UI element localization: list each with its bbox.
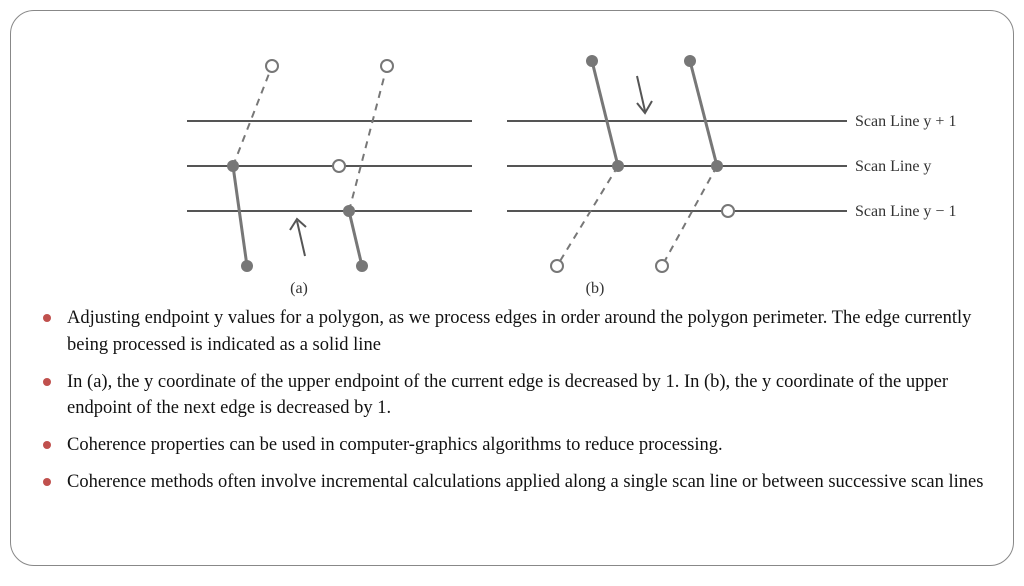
panel-b-right-dashed	[662, 166, 717, 266]
panel-a-right-mid-open	[333, 160, 345, 172]
scan-label-mid: Scan Line y	[855, 158, 931, 175]
slide-frame: (a)	[10, 10, 1014, 566]
bullet-list: Adjusting endpoint y values for a polygo…	[37, 305, 987, 496]
panel-b-right-botscan-open	[722, 205, 734, 217]
panel-a-arrow-up	[290, 219, 306, 256]
bullet-item: In (a), the y coordinate of the upper en…	[63, 369, 987, 423]
panel-b-right-solid	[690, 61, 717, 166]
panel-a-left-dashed	[233, 66, 272, 166]
scanline-figure: (a)	[37, 21, 987, 301]
panel-a-right-solid	[349, 211, 362, 266]
panel-a-right-top-open	[381, 60, 393, 72]
panel-a-left-solid	[233, 166, 247, 266]
scan-label-bot: Scan Line y − 1	[855, 203, 956, 220]
panel-a-left-top-open	[266, 60, 278, 72]
panel-b-label: (b)	[586, 280, 605, 297]
scan-label-top: Scan Line y + 1	[855, 113, 956, 130]
panel-b-right-bottom-open	[656, 260, 668, 272]
panel-b-left-bottom-open	[551, 260, 563, 272]
bullet-item: Adjusting endpoint y values for a polygo…	[63, 305, 987, 359]
panel-a-label: (a)	[290, 280, 308, 297]
bullet-item: Coherence properties can be used in comp…	[63, 432, 987, 459]
panel-b-left-dashed	[557, 166, 618, 266]
panel-b-arrow-down	[637, 76, 652, 113]
figure-area: (a)	[37, 21, 987, 301]
bullet-item: Coherence methods often involve incremen…	[63, 469, 987, 496]
panel-b-left-solid	[592, 61, 618, 166]
panel-a-right-dashed	[349, 66, 387, 211]
